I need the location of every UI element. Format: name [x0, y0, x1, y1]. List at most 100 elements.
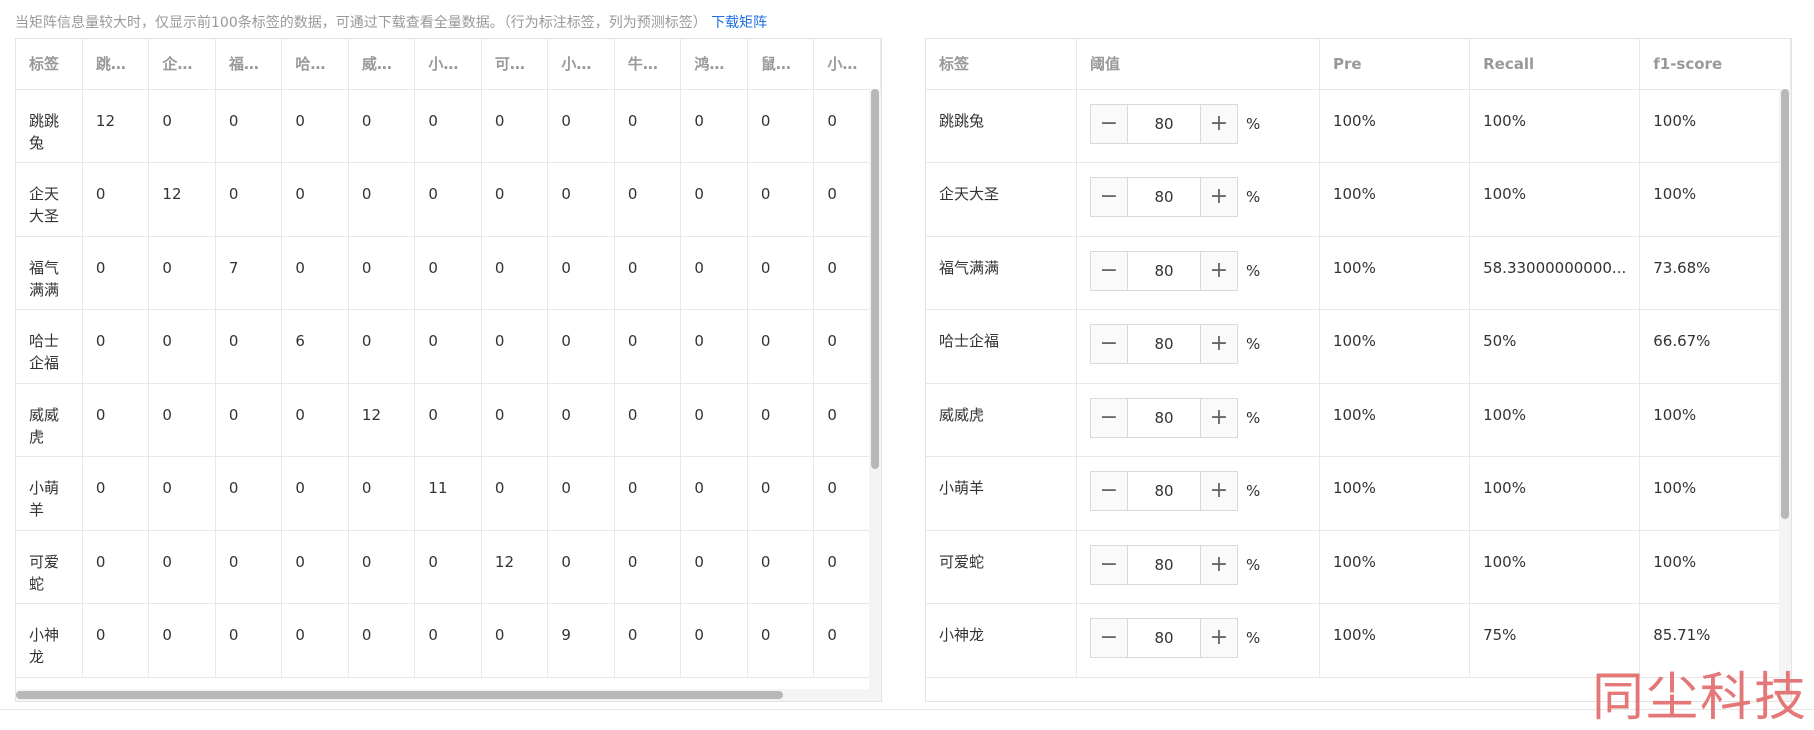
threshold-input[interactable]: [1128, 251, 1201, 290]
matrix-cell: 0: [747, 309, 815, 384]
metrics-row: 福气满满−+%100%58.33000000000...73.68%: [926, 236, 1791, 310]
matrix-cell: 12: [481, 530, 549, 604]
threshold-unit: %: [1246, 629, 1261, 647]
matrix-cell: 0: [215, 89, 283, 163]
col-header-label: 标签: [926, 39, 1078, 90]
threshold-cell: − +%: [1076, 383, 1320, 457]
minus-icon[interactable]: −: [1091, 545, 1129, 584]
threshold-stepper[interactable]: −+%: [1090, 324, 1260, 364]
metrics-pre: 100%: [1319, 530, 1471, 604]
matrix-horizontal-scroll-thumb[interactable]: [16, 691, 783, 699]
matrix-column-header: 鸿…: [680, 39, 748, 90]
matrix-cell: 0: [747, 383, 815, 457]
matrix-cell: 0: [481, 89, 549, 163]
threshold-stepper[interactable]: − +%: [1090, 397, 1261, 438]
plus-icon[interactable]: +: [1200, 472, 1238, 510]
matrix-cell: 0: [614, 309, 682, 384]
matrix-cell: 0: [747, 530, 815, 604]
metrics-pre: 100%: [1319, 236, 1471, 310]
confusion-matrix-panel: 标签 跳… 企… 福… 哈… 威… 小… 可… 小… 牛… 鸿… 鼠… 小… 跳跳兔 12 0 0 0 0 0 0 0 0…: [15, 38, 882, 702]
threshold-cell: −+%: [1076, 89, 1320, 163]
threshold-input[interactable]: [1128, 398, 1201, 437]
threshold-stepper[interactable]: −+%: [1090, 103, 1260, 144]
notice-text: 当矩阵信息量较大时，仅显示前100条标签的数据，可通过下载查看全量数据。（行为标…: [15, 15, 707, 31]
matrix-row-label: 威威虎: [16, 383, 83, 457]
matrix-vertical-scrollbar[interactable]: [869, 89, 881, 701]
matrix-cell: 0: [680, 309, 748, 384]
metrics-vertical-scrollbar[interactable]: [1779, 89, 1791, 701]
matrix-cell: 0: [281, 162, 349, 237]
matrix-cell: 0: [414, 383, 482, 457]
matrix-row-label: 企天大圣: [16, 162, 83, 237]
matrix-row-label: 跳跳兔: [16, 89, 83, 163]
minus-icon[interactable]: −: [1091, 178, 1129, 216]
matrix-cell: 0: [747, 236, 815, 310]
threshold-stepper[interactable]: −+%: [1090, 177, 1260, 217]
minus-icon[interactable]: −: [1091, 325, 1129, 363]
matrix-cell: 11: [414, 456, 482, 531]
threshold-input[interactable]: [1128, 545, 1201, 584]
matrix-cell: 0: [614, 603, 682, 678]
metrics-row: 可爱蛇−+%100%100%100%: [926, 530, 1791, 604]
matrix-cell: 0: [281, 456, 349, 531]
metrics-label: 跳跳兔: [926, 89, 1078, 163]
matrix-cell: 0: [680, 162, 748, 237]
matrix-column-header: 鼠…: [747, 39, 815, 90]
plus-icon[interactable]: +: [1200, 398, 1238, 437]
matrix-horizontal-scrollbar[interactable]: [16, 689, 881, 701]
matrix-cell: 6: [281, 309, 349, 384]
threshold-input[interactable]: [1128, 619, 1201, 657]
threshold-unit: %: [1246, 408, 1261, 427]
matrix-cell: 7: [215, 236, 283, 310]
threshold-stepper[interactable]: −+%: [1090, 250, 1260, 291]
matrix-cell: 0: [680, 236, 748, 310]
metrics-label: 小萌羊: [926, 456, 1078, 531]
matrix-cell: 0: [82, 603, 150, 678]
plus-icon[interactable]: +: [1200, 104, 1238, 143]
minus-icon[interactable]: −: [1091, 472, 1129, 510]
matrix-cell: 9: [547, 603, 615, 678]
metrics-row: 跳跳兔−+%100%100%100%: [926, 89, 1791, 163]
matrix-cell: 0: [281, 383, 349, 457]
matrix-cell: 0: [215, 530, 283, 604]
matrix-cell: 0: [148, 530, 216, 604]
threshold-stepper[interactable]: − +%: [1090, 618, 1260, 658]
plus-icon[interactable]: +: [1200, 251, 1238, 290]
threshold-input[interactable]: [1128, 325, 1201, 363]
minus-icon[interactable]: −: [1091, 104, 1129, 143]
threshold-input[interactable]: [1128, 472, 1201, 510]
download-matrix-link[interactable]: 下载矩阵: [711, 15, 767, 31]
plus-icon[interactable]: +: [1200, 545, 1238, 584]
matrix-row: 小神龙 0 0 0 0 0 0 0 9 0 0 0 0: [16, 603, 881, 678]
matrix-row: 小萌羊 0 0 0 0 0 11 0 0 0 0 0 0: [16, 456, 881, 531]
threshold-input[interactable]: [1128, 178, 1201, 216]
matrix-cell: 0: [680, 603, 748, 678]
matrix-row-label: 哈士企福: [16, 309, 83, 384]
metrics-recall: 50%: [1469, 309, 1641, 384]
threshold-stepper[interactable]: −+%: [1090, 544, 1260, 585]
metrics-vertical-scroll-thumb[interactable]: [1781, 89, 1789, 519]
matrix-cell: 0: [547, 383, 615, 457]
plus-icon[interactable]: +: [1200, 619, 1238, 657]
metrics-label: 威威虎: [926, 383, 1078, 457]
minus-icon[interactable]: −: [1091, 398, 1129, 437]
plus-icon[interactable]: +: [1200, 178, 1238, 216]
matrix-cell: 0: [281, 236, 349, 310]
matrix-cell: 0: [747, 162, 815, 237]
matrix-cell: 0: [680, 89, 748, 163]
minus-icon[interactable]: −: [1091, 619, 1129, 657]
threshold-input[interactable]: [1128, 104, 1201, 143]
matrix-cell: 0: [281, 603, 349, 678]
threshold-cell: −+%: [1076, 456, 1320, 531]
threshold-stepper[interactable]: −+%: [1090, 471, 1260, 511]
matrix-cell: 0: [481, 383, 549, 457]
matrix-cell: 0: [614, 162, 682, 237]
plus-icon[interactable]: +: [1200, 325, 1238, 363]
minus-icon[interactable]: −: [1091, 251, 1129, 290]
matrix-header-label: 标签: [16, 39, 83, 90]
metrics-f1: 66.67%: [1639, 309, 1791, 384]
matrix-cell: 0: [281, 530, 349, 604]
matrix-cell: 0: [481, 456, 549, 531]
matrix-vertical-scroll-thumb[interactable]: [871, 89, 879, 469]
metrics-recall: 100%: [1469, 383, 1641, 457]
